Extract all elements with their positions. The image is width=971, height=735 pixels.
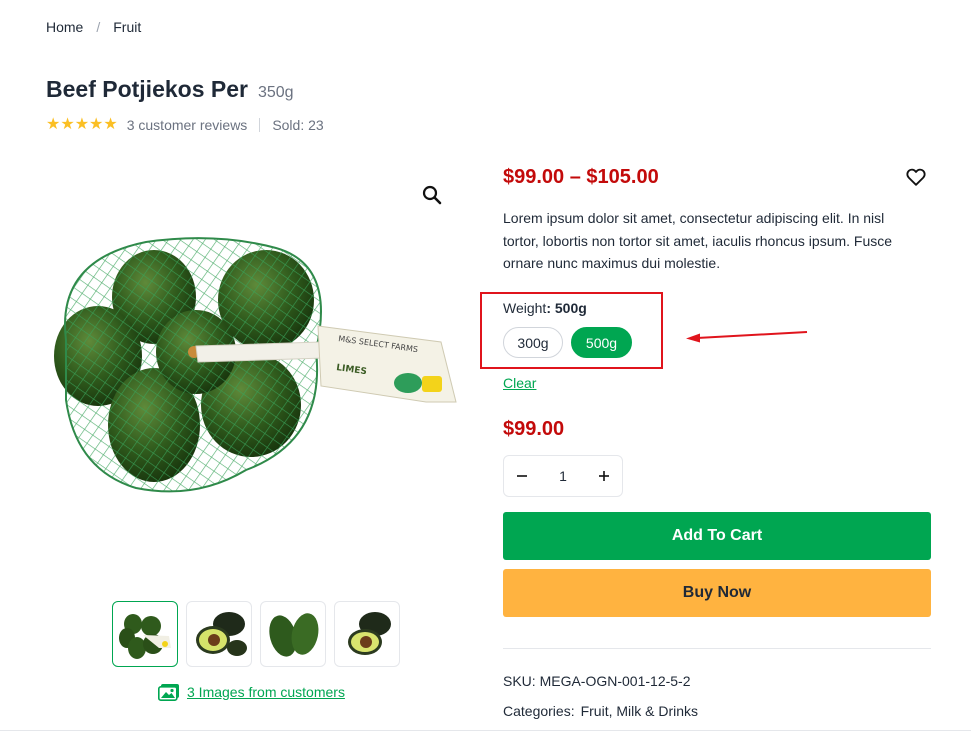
- thumbnail-4[interactable]: [334, 601, 400, 667]
- product-title-row: Beef Potjiekos Per 350g: [46, 76, 294, 103]
- quantity-value[interactable]: 1: [559, 468, 567, 484]
- weight-label: Weight: 500g: [503, 300, 587, 316]
- product-main-image[interactable]: M&S SELECT FARMS LIMES: [46, 170, 462, 570]
- star-icon: ★: [60, 116, 75, 133]
- star-icon: ★: [46, 116, 61, 133]
- limes-net-bag-image: M&S SELECT FARMS LIMES: [54, 237, 457, 493]
- reviews-link[interactable]: 3 customer reviews: [127, 117, 248, 133]
- thumbnail-2[interactable]: [186, 601, 252, 667]
- divider: [503, 648, 931, 649]
- buy-now-button[interactable]: Buy Now: [503, 569, 931, 617]
- thumbnail-limes-image: [119, 614, 171, 659]
- price-range: $99.00 – $105.00: [503, 166, 659, 188]
- image-gallery-icon: [158, 684, 179, 701]
- star-icon: ★: [74, 116, 90, 133]
- clear-selection-link[interactable]: Clear: [503, 375, 536, 391]
- meta-divider: [259, 118, 261, 132]
- selected-price: $99.00: [503, 418, 565, 440]
- add-to-cart-button[interactable]: Add To Cart: [503, 512, 931, 560]
- weight-option-300g[interactable]: 300g: [503, 327, 563, 358]
- page-bottom-border: [0, 730, 971, 731]
- quantity-stepper: 1: [503, 455, 623, 497]
- weight-label-text: Weight: [503, 300, 547, 316]
- categories-label: Categories:: [503, 703, 575, 719]
- heart-icon[interactable]: [905, 166, 927, 188]
- star-icon: ★: [103, 116, 118, 133]
- customer-images-link[interactable]: 3 Images from customers: [158, 683, 345, 701]
- star-icon: ★: [89, 116, 104, 133]
- thumbnail-avocado-pair-image: [348, 612, 391, 655]
- breadcrumb-separator: /: [96, 19, 101, 35]
- plus-icon[interactable]: [596, 468, 612, 484]
- annotation-arrow: [686, 331, 808, 343]
- thumbnail-1[interactable]: [112, 601, 178, 667]
- product-title: Beef Potjiekos Per: [46, 76, 248, 102]
- breadcrumb: Home / Fruit: [46, 19, 141, 35]
- thumbnail-avocado-half-image: [196, 612, 247, 656]
- product-sku: SKU: MEGA-OGN-001-12-5-2: [503, 673, 691, 689]
- thumbnail-avocados-image: [269, 613, 319, 657]
- customer-images-label: 3 Images from customers: [187, 684, 345, 700]
- product-description: Lorem ipsum dolor sit amet, consectetur …: [503, 210, 893, 271]
- product-meta: ★ ★ ★ ★ ★ 3 customer reviews Sold: 23: [46, 117, 324, 134]
- magnifier-icon[interactable]: [421, 184, 443, 206]
- minus-icon[interactable]: [514, 468, 530, 484]
- product-title-weight: 350g: [257, 84, 294, 101]
- sold-count: Sold: 23: [272, 117, 324, 133]
- categories-links[interactable]: Fruit, Milk & Drinks: [581, 703, 698, 719]
- weight-selected-value: : 500g: [546, 300, 587, 316]
- thumbnail-3[interactable]: [260, 601, 326, 667]
- weight-option-500g[interactable]: 500g: [571, 327, 632, 358]
- breadcrumb-home-link[interactable]: Home: [46, 19, 83, 35]
- rating-stars: ★ ★ ★ ★ ★: [46, 117, 118, 133]
- thumbnail-strip: [112, 601, 400, 667]
- breadcrumb-current-link[interactable]: Fruit: [113, 19, 141, 35]
- product-categories: Categories: Fruit, Milk & Drinks: [503, 703, 698, 719]
